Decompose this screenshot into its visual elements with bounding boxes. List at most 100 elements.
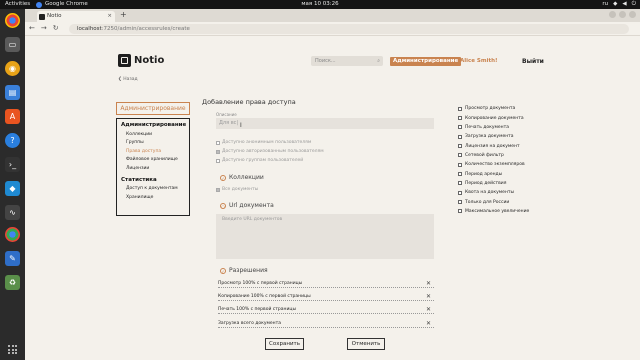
checkbox-box[interactable]: [458, 190, 462, 195]
close-tab-icon[interactable]: ×: [107, 11, 112, 22]
right-item[interactable]: Максимальное увеличение: [458, 207, 529, 216]
sidebar-item-file-storage[interactable]: Файловое хранилище: [121, 157, 185, 162]
logout-button[interactable]: Выйти: [522, 57, 544, 66]
right-label: Период аренды: [465, 171, 503, 177]
system-clock[interactable]: мая 10 03:26: [0, 0, 640, 9]
system-tray[interactable]: ru ◆ ◀ ⏻: [602, 0, 636, 9]
back-arrow-icon[interactable]: ←: [29, 24, 35, 32]
sidebar-item-document-access[interactable]: Доступ к документам: [121, 186, 185, 191]
sidebar-item-collections[interactable]: Коллекции: [121, 132, 185, 137]
notio-logo[interactable]: Notio: [118, 54, 164, 67]
search-icon[interactable]: ⌕: [377, 56, 380, 66]
search-placeholder: Поиск...: [315, 58, 336, 64]
show-apps-icon[interactable]: [8, 345, 17, 354]
url-docs-label: Url документа: [229, 202, 274, 209]
right-item[interactable]: Только для России: [458, 197, 529, 206]
rhythmbox-dock-icon[interactable]: ◉: [5, 61, 20, 76]
collections-section[interactable]: ✓ Коллекции: [220, 174, 264, 181]
back-link[interactable]: ❮ Назад: [118, 77, 138, 82]
permission-label: Копирование 100% с первой страницы: [218, 294, 311, 299]
checkbox-box[interactable]: [458, 144, 462, 149]
right-item[interactable]: Просмотр документа: [458, 104, 529, 113]
checkbox-box[interactable]: [458, 116, 462, 121]
minimize-button[interactable]: [609, 11, 616, 18]
checkbox-box[interactable]: [216, 158, 220, 163]
anonymous-users-checkbox[interactable]: Доступно анонимным пользователям: [216, 140, 311, 145]
reload-icon[interactable]: ↻: [53, 24, 59, 32]
checkbox-box[interactable]: [458, 153, 462, 158]
checkbox-box[interactable]: [458, 172, 462, 177]
forward-arrow-icon[interactable]: →: [41, 24, 47, 32]
right-item[interactable]: Период аренды: [458, 169, 529, 178]
checkbox-box[interactable]: [458, 181, 462, 186]
toggle-circle-icon[interactable]: ✓: [220, 174, 226, 181]
close-window-button[interactable]: [629, 11, 636, 18]
terminal-dock-icon[interactable]: ›_: [5, 157, 20, 172]
files-dock-icon[interactable]: ▭: [5, 37, 20, 52]
right-item[interactable]: Печать документа: [458, 123, 529, 132]
all-documents-checkbox[interactable]: Все документы: [216, 187, 258, 192]
software-dock-icon[interactable]: A: [5, 109, 20, 124]
help-dock-icon[interactable]: ?: [5, 133, 20, 148]
maximize-button[interactable]: [619, 11, 626, 18]
toggle-circle-icon[interactable]: ✓: [220, 267, 226, 274]
right-item[interactable]: Сетевой фильтр: [458, 151, 529, 160]
chrome-active-dock-icon[interactable]: [5, 227, 20, 242]
remove-icon[interactable]: ✕: [426, 306, 431, 314]
monitor-dock-icon[interactable]: ∿: [5, 205, 20, 220]
sidebar-item-storage[interactable]: Хранилище: [121, 195, 185, 200]
sidebar-item-groups[interactable]: Группы: [121, 140, 185, 145]
url-field[interactable]: localhost:7250/admin/accessrules/create: [69, 24, 629, 34]
cancel-button[interactable]: Отменить: [347, 338, 385, 350]
remove-icon[interactable]: ✕: [426, 293, 431, 301]
checkbox-box[interactable]: [458, 200, 462, 205]
tab-strip: Notio × +: [25, 9, 640, 22]
vscode-dock-icon[interactable]: ◆: [5, 181, 20, 196]
checkbox-box[interactable]: [458, 134, 462, 139]
description-input[interactable]: Для вс|: [216, 118, 434, 129]
search-input[interactable]: Поиск... ⌕: [311, 56, 383, 66]
sidebar-item-access-rules[interactable]: Права доступа: [121, 149, 185, 154]
network-icon[interactable]: ◆: [613, 0, 617, 9]
writer-dock-icon[interactable]: ▤: [5, 85, 20, 100]
checkbox-box[interactable]: [216, 187, 220, 192]
right-label: Количество экземпляров: [465, 162, 525, 168]
checkbox-box[interactable]: [458, 106, 462, 111]
checkbox-box[interactable]: [216, 140, 220, 145]
right-item[interactable]: Период действия: [458, 179, 529, 188]
remove-icon[interactable]: ✕: [426, 280, 431, 288]
user-name[interactable]: Alice Smith!: [460, 57, 498, 66]
power-icon[interactable]: ⏻: [632, 0, 636, 9]
right-item[interactable]: Копирование документа: [458, 113, 529, 122]
admin-section-button[interactable]: Администрирование: [116, 102, 190, 115]
right-item[interactable]: Лицензия на документ: [458, 141, 529, 150]
url-documents-textarea[interactable]: Введите URL документов: [216, 214, 434, 259]
right-item[interactable]: Квота на документы: [458, 188, 529, 197]
right-item[interactable]: Загрузка документа: [458, 132, 529, 141]
chrome-dock-icon[interactable]: [5, 13, 20, 28]
right-item[interactable]: Количество экземпляров: [458, 160, 529, 169]
toggle-circle-icon[interactable]: ○: [220, 202, 226, 209]
window-controls: [609, 11, 636, 18]
admin-badge[interactable]: Администрирование: [390, 57, 462, 66]
right-label: Максимальное увеличение: [465, 208, 530, 214]
sidebar-item-licenses[interactable]: Лицензии: [121, 166, 185, 171]
right-label: Только для России: [465, 199, 510, 205]
remove-icon[interactable]: ✕: [426, 320, 431, 328]
checkbox-box[interactable]: [458, 209, 462, 214]
checkbox-box[interactable]: [458, 125, 462, 130]
checkbox-box[interactable]: [216, 149, 220, 154]
authorized-users-checkbox[interactable]: Доступно авторизованным пользователям: [216, 149, 324, 154]
url-docs-section[interactable]: ○ Url документа: [220, 202, 274, 209]
checkbox-box[interactable]: [458, 162, 462, 167]
save-button[interactable]: Сохранить: [265, 338, 304, 350]
volume-icon[interactable]: ◀: [622, 0, 626, 9]
user-groups-checkbox[interactable]: Доступно группам пользователей: [216, 158, 303, 163]
nav-buttons: ← → ↻: [29, 24, 59, 32]
editor-dock-icon[interactable]: ✎: [5, 251, 20, 266]
browser-tab[interactable]: Notio ×: [37, 11, 115, 22]
language-indicator[interactable]: ru: [602, 0, 608, 9]
new-tab-button[interactable]: +: [120, 10, 127, 19]
trash-dock-icon[interactable]: ♻: [5, 275, 20, 290]
permissions-section[interactable]: ✓ Разрешения: [220, 267, 268, 274]
